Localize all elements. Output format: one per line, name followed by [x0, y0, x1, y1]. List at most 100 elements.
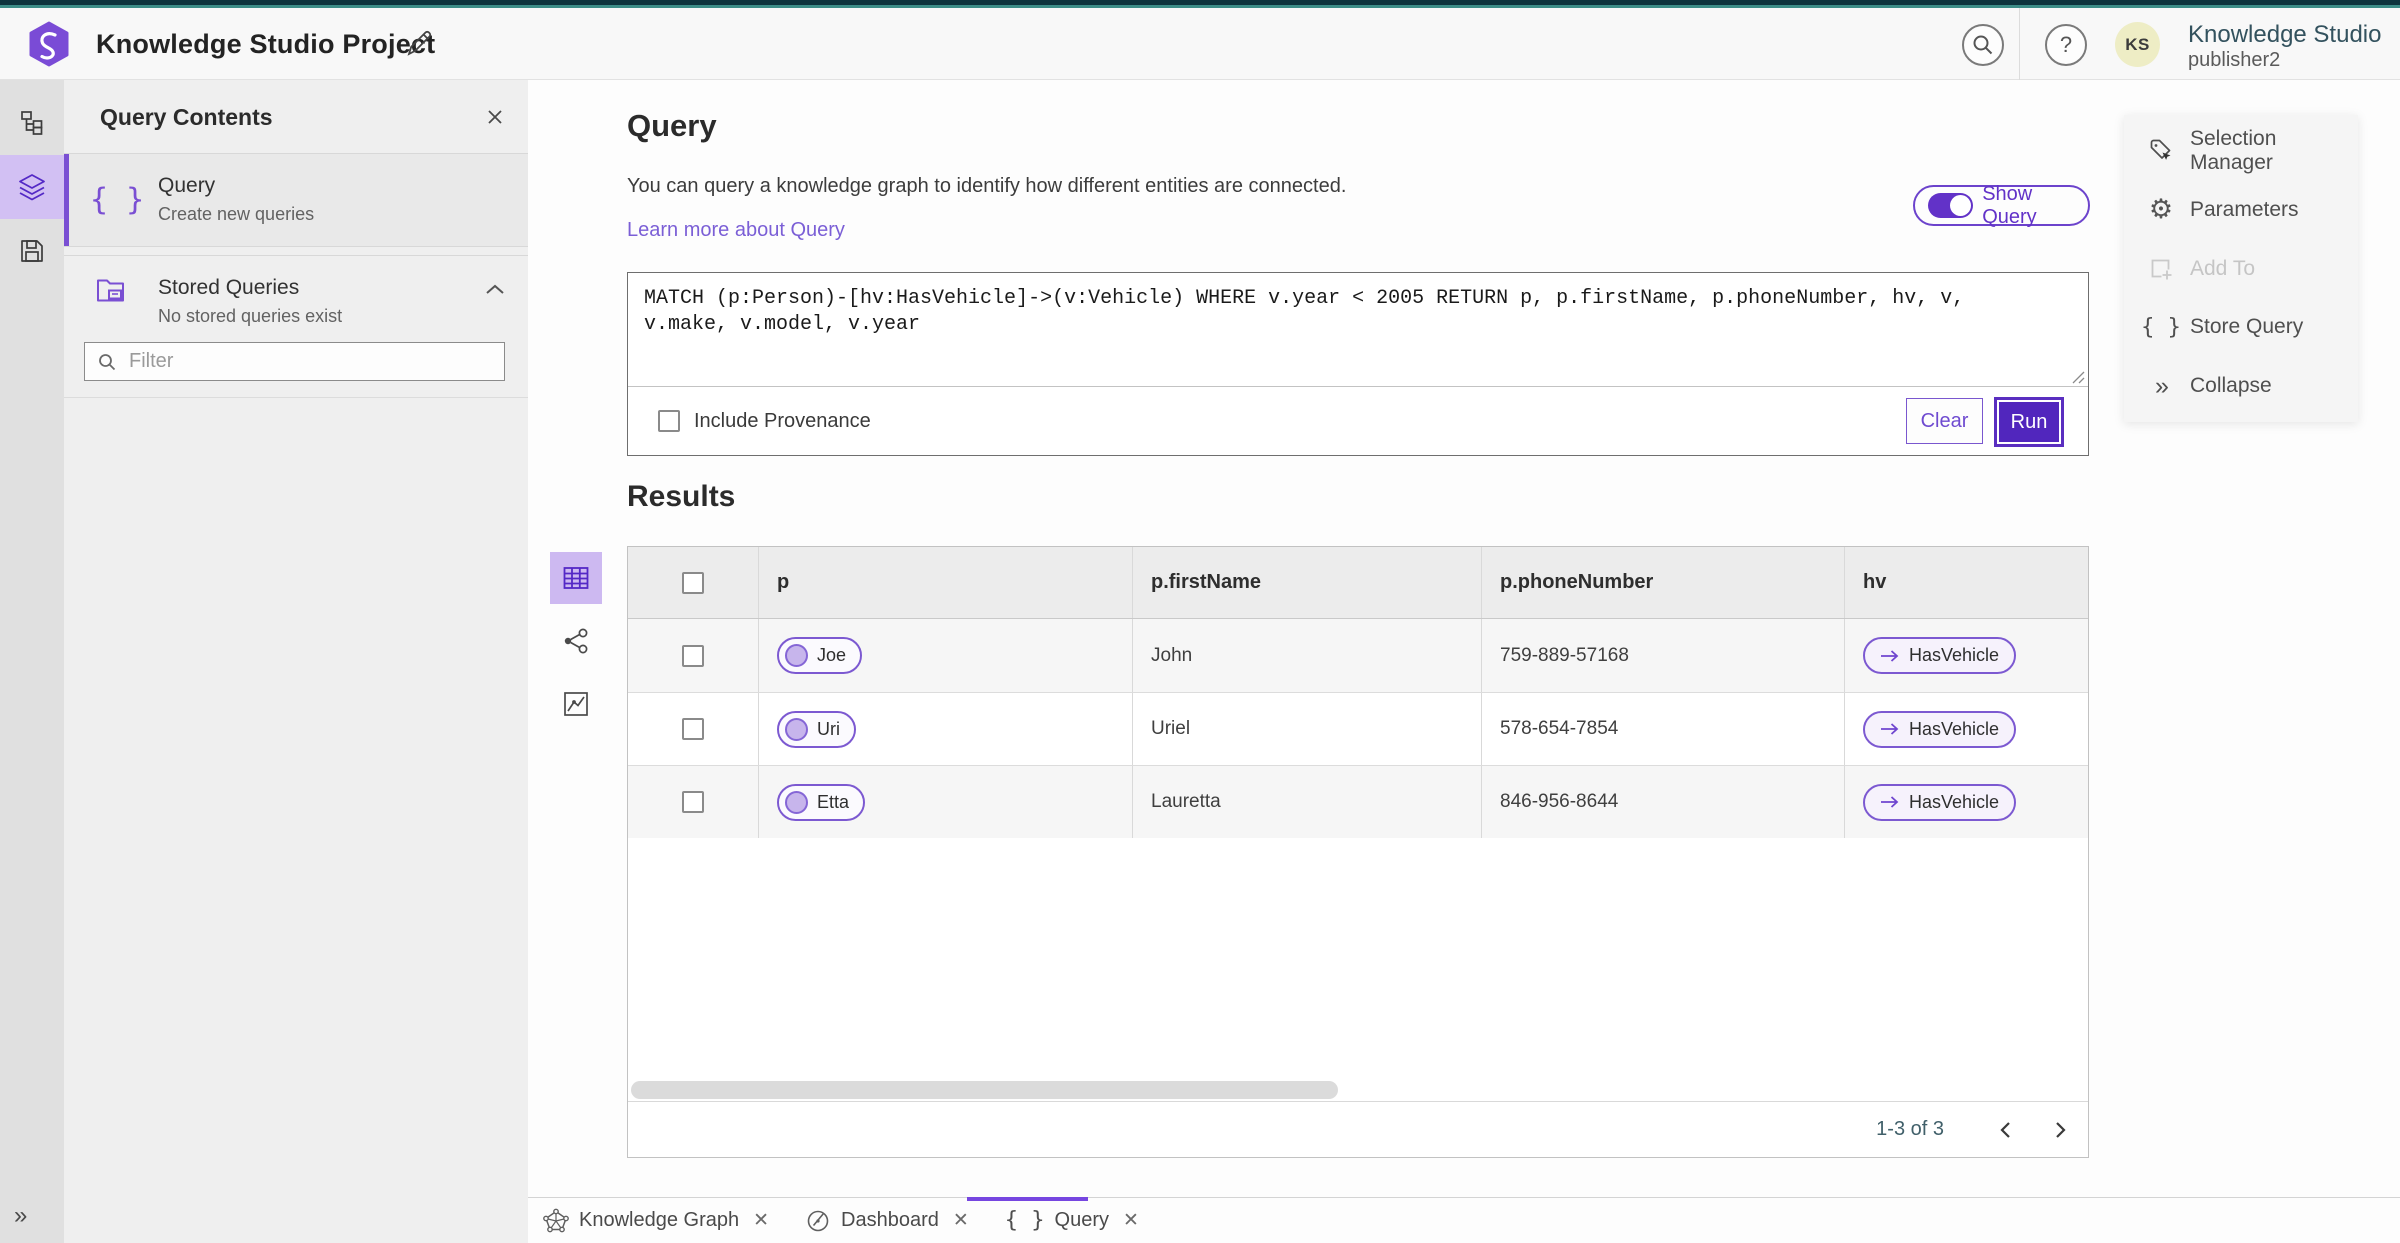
learn-more-link[interactable]: Learn more about Query	[627, 219, 845, 242]
tab-label: Dashboard	[841, 1209, 939, 1231]
store-query-button[interactable]: { } Store Query	[2124, 301, 2358, 353]
dashboard-gauge-icon	[807, 1210, 829, 1231]
horizontal-scrollbar[interactable]	[628, 1080, 2088, 1101]
cell-firstname: Uriel	[1132, 693, 1481, 765]
active-tab-indicator	[967, 1197, 1088, 1201]
scrollbar-thumb[interactable]	[631, 1081, 1338, 1099]
filter-field	[84, 342, 505, 381]
entity-node-icon	[785, 717, 808, 741]
results-title: Results	[627, 480, 736, 513]
rail-item-save[interactable]	[0, 219, 64, 283]
panel-item-sublabel: Create new queries	[158, 204, 315, 224]
collapse-section-chevron-up-icon[interactable]	[484, 282, 506, 301]
stored-queries-folder-icon	[97, 279, 124, 302]
panel-title: Query Contents	[100, 104, 273, 130]
filter-input[interactable]	[117, 350, 504, 373]
prev-page-button[interactable]	[1988, 1113, 2022, 1147]
close-panel-button[interactable]	[482, 104, 508, 130]
menu-item-label: Parameters	[2190, 197, 2299, 221]
double-chevron-right-icon: »	[14, 1202, 27, 1229]
header-divider	[2019, 8, 2020, 80]
collapse-menu-button[interactable]: » Collapse	[2124, 360, 2358, 412]
clear-button[interactable]: Clear	[1906, 398, 1983, 444]
user-name: publisher2	[2188, 48, 2281, 71]
hierarchy-icon	[21, 111, 43, 135]
project-title: Knowledge Studio Project	[96, 29, 436, 59]
toggle-switch[interactable]	[1928, 193, 1974, 218]
save-icon	[21, 240, 43, 262]
relation-pill[interactable]: HasVehicle	[1863, 710, 2017, 748]
search-icon	[1973, 35, 1993, 55]
user-block: Knowledge Studio publisher2	[2188, 21, 2381, 72]
include-provenance-checkbox[interactable]	[658, 410, 680, 432]
row-checkbox[interactable]	[682, 644, 704, 667]
relation-pill[interactable]: HasVehicle	[1863, 783, 2017, 821]
tab-label: Query	[1054, 1209, 1110, 1231]
chart-view-icon	[564, 692, 588, 716]
column-header-hv[interactable]: hv	[1844, 547, 2088, 618]
search-button[interactable]	[1962, 24, 2004, 66]
show-query-toggle[interactable]: Show Query	[1913, 182, 2090, 228]
graph-view-button[interactable]	[550, 615, 602, 667]
column-header-firstname[interactable]: p.firstName	[1132, 547, 1481, 618]
collapse-icon: »	[2155, 371, 2169, 400]
rail-item-hierarchy[interactable]	[0, 91, 64, 155]
table-view-icon	[563, 567, 589, 589]
table-row: Uri Uriel 578-654-7854 HasVehicle	[628, 692, 2088, 765]
add-to-button[interactable]: Add To	[2124, 243, 2358, 295]
query-section-title: Query	[627, 108, 717, 143]
edit-title-pencil-icon[interactable]	[404, 28, 434, 58]
results-view-toolbar	[550, 552, 602, 730]
table-view-button[interactable]	[550, 552, 602, 604]
bottom-tab-bar: Knowledge Graph ✕ Dashboard ✕ { } Query …	[528, 1197, 2400, 1243]
row-checkbox[interactable]	[682, 718, 704, 740]
cell-firstname: Lauretta	[1132, 766, 1481, 838]
toggle-label: Show Query	[1982, 182, 2037, 228]
selection-manager-button[interactable]: Selection Manager	[2124, 125, 2358, 177]
tab-query[interactable]: { } Query ✕	[1005, 1208, 1139, 1233]
entity-pill[interactable]: Uri	[777, 710, 856, 748]
select-all-checkbox[interactable]	[682, 571, 704, 594]
tab-label: Knowledge Graph	[579, 1209, 740, 1231]
next-page-button[interactable]	[2044, 1113, 2078, 1147]
entity-pill[interactable]: Etta	[777, 783, 866, 821]
entity-label: Etta	[817, 791, 850, 812]
graph-view-icon	[564, 628, 588, 654]
table-empty-area	[628, 838, 2088, 1080]
query-textarea[interactable]: MATCH (p:Person)-[hv:HasVehicle]->(v:Veh…	[628, 273, 2088, 386]
relation-pill[interactable]: HasVehicle	[1863, 637, 2017, 674]
chevron-left-icon	[2000, 1121, 2010, 1138]
tab-knowledge-graph[interactable]: Knowledge Graph ✕	[543, 1208, 769, 1234]
query-contents-panel: Query Contents { } Query Create new quer…	[64, 80, 528, 1243]
arrow-right-icon	[1881, 649, 1899, 662]
top-accent-strip	[0, 0, 2400, 8]
parameters-button[interactable]: ⚙ Parameters	[2124, 184, 2358, 236]
help-button[interactable]: ?	[2045, 24, 2087, 66]
selection-manager-icon	[2150, 139, 2171, 160]
entity-label: Joe	[817, 645, 847, 665]
chart-view-button[interactable]	[550, 678, 602, 730]
app-header: Knowledge Studio Project ? KS Knowledge …	[0, 8, 2400, 80]
expand-rail-button[interactable]: »	[0, 1199, 64, 1233]
user-avatar[interactable]: KS	[2115, 22, 2160, 67]
cell-phonenumber: 578-654-7854	[1481, 693, 1844, 765]
close-tab-icon[interactable]: ✕	[753, 1209, 769, 1232]
menu-item-label: Selection Manager	[2190, 127, 2277, 174]
column-header-p[interactable]: p	[758, 547, 1132, 618]
run-button[interactable]: Run	[1997, 400, 2061, 444]
entity-pill[interactable]: Joe	[777, 637, 863, 674]
panel-item-stored-queries[interactable]: Stored Queries No stored queries exist	[64, 256, 528, 328]
rail-item-layers[interactable]	[0, 155, 64, 219]
query-actions-menu: Selection Manager ⚙ Parameters Add To { …	[2124, 115, 2358, 422]
menu-item-label: Add To	[2190, 256, 2255, 280]
entity-label: Uri	[817, 718, 840, 739]
column-header-phonenumber[interactable]: p.phoneNumber	[1481, 547, 1844, 618]
tab-dashboard[interactable]: Dashboard ✕	[805, 1208, 969, 1234]
add-to-icon	[2151, 259, 2172, 279]
panel-item-query[interactable]: { } Query Create new queries	[64, 154, 528, 246]
main-content: Query You can query a knowledge graph to…	[528, 80, 2400, 1197]
table-row: Joe John 759-889-57168 HasVehicle	[628, 619, 2088, 692]
row-checkbox[interactable]	[682, 791, 704, 813]
close-tab-icon[interactable]: ✕	[1123, 1209, 1139, 1232]
close-tab-icon[interactable]: ✕	[953, 1209, 969, 1232]
